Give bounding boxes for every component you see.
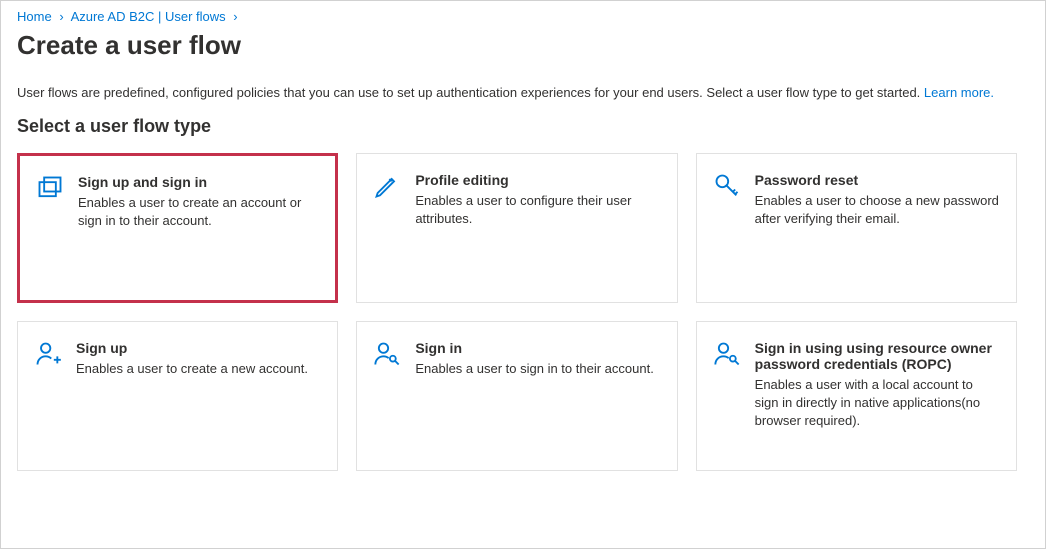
card-desc: Enables a user to create a new account. — [76, 360, 321, 378]
windows-icon — [36, 174, 64, 202]
card-password-reset[interactable]: Password reset Enables a user to choose … — [696, 153, 1017, 303]
card-title: Password reset — [755, 172, 1000, 188]
chevron-right-icon: › — [233, 9, 237, 24]
breadcrumb-user-flows[interactable]: Azure AD B2C | User flows — [71, 9, 226, 24]
page-title: Create a user flow — [17, 30, 1029, 61]
card-title: Sign in — [415, 340, 660, 356]
card-sign-up[interactable]: Sign up Enables a user to create a new a… — [17, 321, 338, 471]
person-plus-icon — [34, 340, 62, 368]
learn-more-link[interactable]: Learn more. — [924, 85, 994, 100]
breadcrumb-home[interactable]: Home — [17, 9, 52, 24]
card-title: Sign up and sign in — [78, 174, 319, 190]
card-sign-in[interactable]: Sign in Enables a user to sign in to the… — [356, 321, 677, 471]
card-title: Sign in using using resource owner passw… — [755, 340, 1000, 372]
page-description: User flows are predefined, configured po… — [17, 85, 1029, 100]
card-desc: Enables a user to configure their user a… — [415, 192, 660, 228]
card-sign-in-ropc[interactable]: Sign in using using resource owner passw… — [696, 321, 1017, 471]
card-title: Profile editing — [415, 172, 660, 188]
card-desc: Enables a user to create an account or s… — [78, 194, 319, 230]
breadcrumb: Home › Azure AD B2C | User flows › — [17, 9, 1029, 24]
card-profile-editing[interactable]: Profile editing Enables a user to config… — [356, 153, 677, 303]
section-title: Select a user flow type — [17, 116, 1029, 137]
card-desc: Enables a user to choose a new password … — [755, 192, 1000, 228]
person-key-icon — [373, 340, 401, 368]
user-flow-type-grid: Sign up and sign in Enables a user to cr… — [17, 153, 1017, 471]
card-desc: Enables a user to sign in to their accou… — [415, 360, 660, 378]
key-icon — [713, 172, 741, 200]
pencil-icon — [373, 172, 401, 200]
person-key-icon — [713, 340, 741, 368]
card-title: Sign up — [76, 340, 321, 356]
chevron-right-icon: › — [59, 9, 63, 24]
card-sign-up-and-sign-in[interactable]: Sign up and sign in Enables a user to cr… — [17, 153, 338, 303]
card-desc: Enables a user with a local account to s… — [755, 376, 1000, 431]
